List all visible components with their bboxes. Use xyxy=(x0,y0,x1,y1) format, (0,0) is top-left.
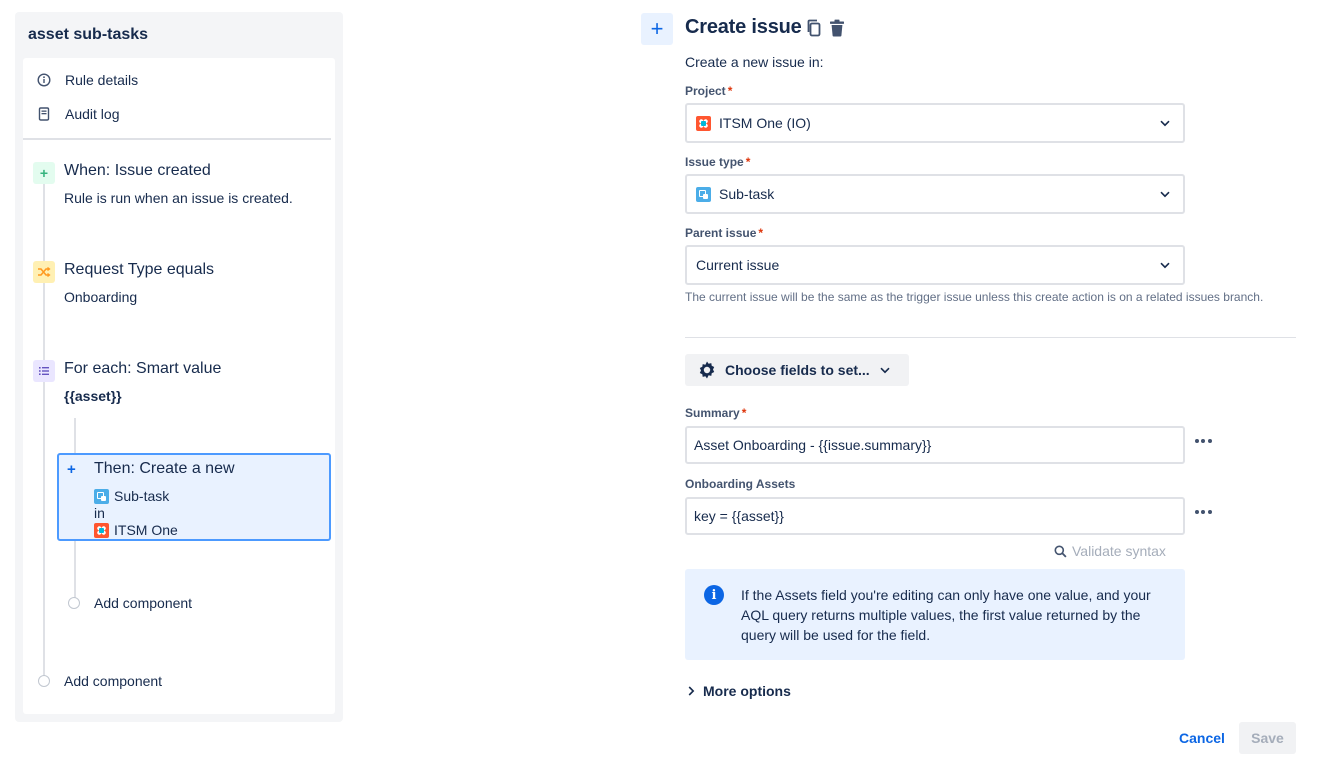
validate-syntax-link[interactable]: Validate syntax xyxy=(1054,543,1166,559)
nav-rule-details-label: Rule details xyxy=(65,72,139,88)
chevron-down-icon xyxy=(880,367,890,374)
add-component-dot xyxy=(38,675,50,687)
info-message-text: If the Assets field you're editing can o… xyxy=(741,587,1151,643)
action-project: ITSM One xyxy=(94,522,178,538)
info-icon xyxy=(37,73,51,87)
choose-fields-button[interactable]: Choose fields to set... xyxy=(685,354,909,386)
parent-issue-value: Current issue xyxy=(696,257,780,273)
branch-subtitle: {{asset}} xyxy=(64,388,122,404)
parent-issue-help: The current issue will be the same as th… xyxy=(685,290,1264,304)
project-icon xyxy=(94,523,109,538)
parent-issue-select[interactable]: Current issue xyxy=(685,245,1185,285)
create-intro: Create a new issue in: xyxy=(685,54,824,70)
project-icon xyxy=(696,115,711,131)
summary-label: Summary * xyxy=(685,406,747,420)
nav-divider xyxy=(23,138,331,140)
action-issue-type: Sub-task xyxy=(94,488,169,504)
flow-line-branch-bottom xyxy=(74,541,76,601)
add-component-button[interactable]: Add component xyxy=(64,673,162,689)
create-issue-plus-icon: + xyxy=(641,13,673,45)
plus-icon: + xyxy=(33,162,55,184)
branch-title[interactable]: For each: Smart value xyxy=(64,360,221,378)
flow-line-main xyxy=(43,183,45,683)
onboarding-assets-label: Onboarding Assets xyxy=(685,477,796,491)
chevron-right-icon xyxy=(688,686,695,696)
onboarding-assets-more-icon[interactable] xyxy=(1192,501,1214,523)
save-button[interactable]: Save xyxy=(1239,722,1296,754)
document-icon xyxy=(37,107,51,121)
condition-subtitle: Onboarding xyxy=(64,289,138,305)
chevron-down-icon xyxy=(1157,115,1173,131)
nav-audit-log[interactable]: Audit log xyxy=(37,103,119,125)
gear-icon xyxy=(697,360,717,380)
parent-issue-label: Parent issue * xyxy=(685,226,764,240)
choose-fields-label: Choose fields to set... xyxy=(725,362,870,378)
shuffle-icon xyxy=(33,261,55,283)
section-divider xyxy=(685,337,1296,338)
nav-audit-log-label: Audit log xyxy=(65,106,120,122)
issue-type-select[interactable]: Sub-task xyxy=(685,174,1185,214)
more-options-label: More options xyxy=(703,683,791,699)
onboarding-assets-input[interactable]: key = {{asset}} xyxy=(685,497,1185,535)
chevron-down-icon xyxy=(1157,257,1173,273)
rule-panel: asset sub-tasks Rule details Audit log +… xyxy=(15,12,343,722)
trigger-title[interactable]: When: Issue created xyxy=(64,162,211,180)
validate-syntax-label: Validate syntax xyxy=(1072,543,1166,559)
subtask-icon xyxy=(94,489,109,504)
condition-title[interactable]: Request Type equals xyxy=(64,261,214,279)
issue-type-value: Sub-task xyxy=(719,186,775,202)
trash-icon[interactable] xyxy=(827,18,847,38)
project-value: ITSM One (IO) xyxy=(719,115,811,131)
more-options-toggle[interactable]: More options xyxy=(688,683,791,699)
chevron-down-icon xyxy=(1157,186,1173,202)
action-title: Then: Create a new xyxy=(94,460,235,477)
nav-rule-details[interactable]: Rule details xyxy=(37,69,138,91)
cancel-button[interactable]: Cancel xyxy=(1170,722,1234,754)
summary-more-icon[interactable] xyxy=(1192,430,1214,452)
list-icon xyxy=(33,360,55,382)
rule-components-card: Rule details Audit log + When: Issue cre… xyxy=(23,58,335,714)
issue-type-label: Issue type * xyxy=(685,155,751,169)
project-select[interactable]: ITSM One (IO) xyxy=(685,103,1185,143)
add-component-dot xyxy=(68,597,80,609)
add-component-branch-button[interactable]: Add component xyxy=(94,595,192,611)
project-label: Project * xyxy=(685,84,733,98)
action-issue-type-label: Sub-task xyxy=(114,488,170,504)
flow-line-branch-top xyxy=(74,418,76,453)
info-icon: i xyxy=(704,585,724,605)
action-project-label: ITSM One xyxy=(114,522,178,538)
search-icon xyxy=(1054,545,1067,558)
info-message: i If the Assets field you're editing can… xyxy=(685,569,1185,660)
subtask-icon xyxy=(696,186,711,202)
plus-icon: + xyxy=(67,461,76,478)
page-title: Create issue xyxy=(685,16,802,38)
summary-input[interactable]: Asset Onboarding - {{issue.summary}} xyxy=(685,426,1185,464)
copy-icon[interactable] xyxy=(804,18,824,38)
action-connector: in xyxy=(94,505,105,521)
trigger-subtitle: Rule is run when an issue is created. xyxy=(64,190,293,206)
rule-title: asset sub-tasks xyxy=(28,26,149,43)
action-create-issue-card[interactable]: + Then: Create a new Sub-task in ITSM On… xyxy=(57,453,331,541)
